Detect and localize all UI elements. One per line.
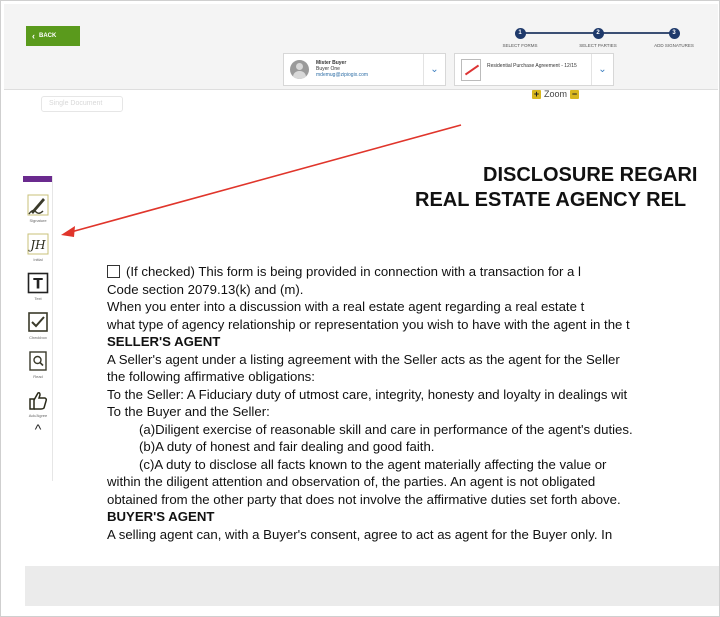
- single-document-field[interactable]: Single Document: [41, 96, 123, 112]
- document-line: To the Buyer and the Seller:: [107, 404, 270, 419]
- section-heading-seller-agent: SELLER'S AGENT: [107, 334, 221, 349]
- document-line: the following affirmative obligations:: [107, 369, 315, 384]
- step-select-parties[interactable]: 2 SELECT PARTIES: [568, 28, 628, 48]
- progress-steps: 1 SELECT FORMS 2 SELECT PARTIES 3 ADD SI…: [502, 28, 698, 48]
- step-add-signatures[interactable]: 3 ADD SIGNATURES: [644, 28, 704, 48]
- field-toolbar: Signature JH Initial T Text Checkbox Rea…: [23, 176, 53, 481]
- back-button[interactable]: ‹ BACK: [26, 26, 80, 46]
- form-checkbox[interactable]: [107, 265, 120, 279]
- initials-icon: JH: [27, 233, 49, 255]
- toolbar-accent: [23, 176, 52, 182]
- document-line: (a)Diligent exercise of reasonable skill…: [139, 421, 633, 437]
- document-line: To the Seller: A Fiduciary duty of utmos…: [107, 386, 628, 402]
- step-label: ADD SIGNATURES: [654, 43, 694, 48]
- avatar: [290, 60, 309, 79]
- document-line: (c)A duty to disclose all facts known to…: [139, 456, 607, 472]
- back-label: BACK: [39, 33, 57, 39]
- party-email: mdemug@zipiogix.com: [316, 72, 369, 78]
- document-title-line2: REAL ESTATE AGENCY REL: [415, 189, 687, 211]
- document-line: Code section 2079.13(k) and (m).: [107, 281, 304, 297]
- tool-checkbox[interactable]: Checkbox: [23, 311, 53, 340]
- chevron-left-icon: ‹: [32, 31, 35, 41]
- checkbox-icon: [28, 312, 48, 332]
- text-glyph: T: [33, 277, 43, 293]
- step-number: 2: [592, 28, 604, 39]
- bottom-bar: [25, 566, 719, 606]
- document-line: (If checked) This form is being provided…: [107, 263, 713, 281]
- chevron-down-icon: ⌄: [430, 64, 439, 75]
- text-t-icon: T: [27, 272, 49, 294]
- tool-ack-agree[interactable]: Ack/Agree: [23, 389, 53, 418]
- thumbs-up-icon: [29, 392, 48, 410]
- tool-label: Signature: [29, 218, 47, 223]
- document-line: (b)A duty of honest and fair dealing and…: [139, 439, 435, 454]
- document-thumbnail-icon: [461, 59, 481, 81]
- document-body: (If checked) This form is being provided…: [107, 263, 713, 543]
- step-label: SELECT FORMS: [502, 43, 538, 48]
- document-line: A Seller's agent under a listing agreeme…: [107, 351, 620, 367]
- tool-text[interactable]: T Text: [23, 272, 53, 301]
- tool-read[interactable]: Read: [23, 350, 53, 379]
- top-bar: ‹ BACK 1 SELECT FORMS 2 SELECT PARTIES 3…: [4, 4, 718, 90]
- tool-signature[interactable]: Signature: [23, 194, 53, 223]
- zoom-control: + Zoom −: [532, 89, 580, 99]
- zoom-out-button[interactable]: −: [570, 89, 580, 99]
- section-heading-buyer-agent: BUYER'S AGENT: [107, 509, 215, 524]
- step-label: SELECT PARTIES: [579, 43, 617, 48]
- tool-label: Ack/Agree: [28, 413, 48, 418]
- document-name: Residential Purchase Agreement - 12/15: [487, 63, 577, 69]
- party-info: Mister Buyer Buyer One mdemug@zipiogix.c…: [316, 60, 368, 78]
- signature-pen-icon: [27, 194, 49, 216]
- document-viewer: DISCLOSURE REGARI REAL ESTATE AGENCY REL…: [101, 163, 713, 563]
- zoom-label: Zoom: [544, 89, 568, 99]
- step-select-forms[interactable]: 1 SELECT FORMS: [490, 28, 550, 48]
- app-window: ‹ BACK 1 SELECT FORMS 2 SELECT PARTIES 3…: [0, 0, 720, 617]
- party-selector[interactable]: Mister Buyer Buyer One mdemug@zipiogix.c…: [283, 53, 446, 86]
- tool-label: Initial: [33, 257, 43, 262]
- collapse-toolbar-button[interactable]: ^: [23, 422, 53, 436]
- document-dropdown-button[interactable]: ⌄: [591, 54, 613, 85]
- party-dropdown-button[interactable]: ⌄: [423, 54, 445, 85]
- document-line: within the diligent attention and observ…: [107, 474, 596, 489]
- step-number: 1: [514, 28, 526, 39]
- zoom-in-button[interactable]: +: [532, 89, 541, 99]
- tool-label: Read: [33, 374, 43, 379]
- magnifier-doc-icon: [29, 351, 47, 371]
- document-line: obtained from the other party that does …: [107, 491, 621, 507]
- chevron-down-icon: ⌄: [598, 64, 607, 75]
- document-line: When you enter into a discussion with a …: [107, 299, 585, 314]
- initials-glyph: JH: [27, 238, 46, 252]
- document-title-line1: DISCLOSURE REGARI: [483, 164, 698, 186]
- document-line: A selling agent can, with a Buyer's cons…: [107, 526, 613, 542]
- step-number: 3: [668, 28, 680, 39]
- tool-label: Checkbox: [29, 335, 47, 340]
- tool-label: Text: [34, 296, 42, 301]
- tool-initial[interactable]: JH Initial: [23, 233, 53, 262]
- document-line: what type of agency relationship or repr…: [107, 316, 630, 332]
- document-selector[interactable]: Residential Purchase Agreement - 12/15 ⌄: [454, 53, 614, 86]
